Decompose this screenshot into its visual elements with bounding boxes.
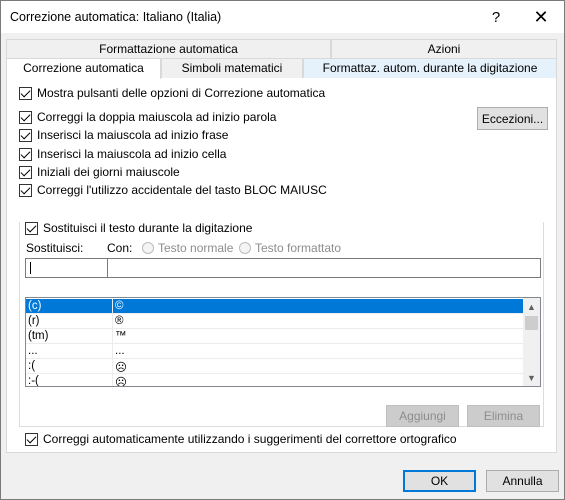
- sentence-capital-checkbox[interactable]: [19, 128, 32, 142]
- list-item-from: ...: [28, 345, 38, 357]
- ok-button[interactable]: OK: [403, 470, 476, 492]
- list-divider: [112, 374, 113, 386]
- window-title: Correzione automatica: Italiano (Italia): [10, 10, 222, 24]
- tab-formattaz-autom[interactable]: Formattaz. autom. durante la digitazione: [303, 58, 557, 78]
- spellcheck-label: Correggi automaticamente utilizzando i s…: [43, 432, 457, 446]
- list-divider: [112, 344, 113, 359]
- scroll-up-arrow-icon[interactable]: ▲: [523, 298, 540, 315]
- list-divider: [112, 329, 113, 344]
- replace-input[interactable]: [25, 258, 108, 278]
- list-item-to: ©: [115, 300, 124, 312]
- with-label: Con:: [107, 241, 133, 255]
- option-cell-capital[interactable]: Inserisci la maiuscola ad inizio cella: [19, 146, 226, 162]
- tab-azioni[interactable]: Azioni: [331, 39, 557, 59]
- list-item-to: ...: [115, 345, 125, 357]
- radio-plain-label: Testo normale: [158, 241, 234, 255]
- with-input[interactable]: [107, 258, 541, 278]
- list-divider: [112, 299, 113, 314]
- radio-plain-text[interactable]: Testo normale: [142, 241, 233, 255]
- radio-formatted-text[interactable]: Testo formattato: [239, 241, 341, 255]
- tab-correzione-automatica[interactable]: Correzione automatica: [6, 58, 161, 79]
- replacement-list[interactable]: (c) © (r) ® (tm) ™ ... ... :( ☹ :-( ☹ ▲ …: [25, 297, 541, 387]
- caps-lock-label: Correggi l'utilizzo accidentale del tast…: [37, 183, 327, 197]
- list-item[interactable]: :( ☹: [26, 359, 523, 374]
- caps-lock-checkbox[interactable]: [19, 183, 32, 197]
- day-names-checkbox[interactable]: [19, 165, 32, 179]
- close-button[interactable]: ✕: [518, 1, 564, 33]
- cell-capital-label: Inserisci la maiuscola ad inizio cella: [37, 147, 227, 161]
- title-bar: Correzione automatica: Italiano (Italia)…: [1, 1, 564, 33]
- list-item[interactable]: (r) ®: [26, 314, 523, 329]
- replace-label: Sostituisci:: [26, 241, 84, 255]
- tab-formattazione-automatica[interactable]: Formattazione automatica: [6, 39, 331, 59]
- radio-formatted-label: Testo formattato: [255, 241, 342, 255]
- tab-row-top: Formattazione automatica Azioni: [6, 39, 557, 59]
- list-item-to: ®: [115, 315, 124, 327]
- list-item-from: :(: [28, 360, 36, 372]
- spellcheck-checkbox[interactable]: [25, 432, 38, 446]
- double-capitals-checkbox[interactable]: [19, 110, 32, 124]
- exceptions-button[interactable]: Eccezioni...: [477, 107, 548, 130]
- list-divider: [112, 359, 113, 374]
- double-capitals-label: Correggi la doppia maiuscola ad inizio p…: [37, 110, 277, 124]
- list-divider: [112, 314, 113, 329]
- day-names-label: Iniziali dei giorni maiuscole: [37, 165, 180, 179]
- add-button[interactable]: Aggiungi: [386, 405, 459, 427]
- radio-formatted-button[interactable]: [239, 242, 251, 254]
- delete-button[interactable]: Elimina: [467, 405, 540, 427]
- text-caret: [30, 262, 31, 274]
- list-item[interactable]: (c) ©: [26, 299, 523, 314]
- list-item-from: (c): [28, 300, 42, 312]
- show-buttons-option[interactable]: Mostra pulsanti delle opzioni di Correzi…: [19, 85, 325, 101]
- cell-capital-checkbox[interactable]: [19, 147, 32, 161]
- cancel-button[interactable]: Annulla: [486, 470, 559, 492]
- replace-text-label: Sostituisci il testo durante la digitazi…: [43, 221, 253, 235]
- tab-row-bottom: Correzione automatica Simboli matematici…: [6, 58, 557, 79]
- scroll-down-arrow-icon[interactable]: ▼: [523, 369, 540, 386]
- list-item-from: (r): [28, 315, 40, 327]
- list-item[interactable]: ... ...: [26, 344, 523, 359]
- radio-plain-button[interactable]: [142, 242, 154, 254]
- list-item-to: ☹: [115, 377, 127, 387]
- autocorrect-dialog: Correzione automatica: Italiano (Italia)…: [0, 0, 565, 500]
- help-button[interactable]: ?: [473, 1, 519, 33]
- list-scrollbar[interactable]: ▲ ▼: [523, 298, 540, 386]
- option-day-names[interactable]: Iniziali dei giorni maiuscole: [19, 164, 180, 180]
- show-buttons-label: Mostra pulsanti delle opzioni di Correzi…: [37, 86, 326, 100]
- replace-text-option[interactable]: Sostituisci il testo durante la digitazi…: [25, 220, 257, 236]
- spellcheck-option[interactable]: Correggi automaticamente utilizzando i s…: [25, 431, 457, 447]
- list-item-to: ☹: [115, 362, 127, 374]
- scroll-thumb[interactable]: [525, 316, 538, 330]
- option-double-capitals[interactable]: Correggi la doppia maiuscola ad inizio p…: [19, 109, 276, 125]
- list-item-to: ™: [115, 330, 127, 342]
- show-buttons-checkbox[interactable]: [19, 86, 32, 100]
- option-caps-lock[interactable]: Correggi l'utilizzo accidentale del tast…: [19, 182, 327, 198]
- tab-simboli-matematici[interactable]: Simboli matematici: [161, 58, 303, 78]
- list-item[interactable]: (tm) ™: [26, 329, 523, 344]
- replace-text-checkbox[interactable]: [25, 221, 38, 235]
- list-item-from: :-(: [28, 375, 39, 387]
- option-sentence-capital[interactable]: Inserisci la maiuscola ad inizio frase: [19, 127, 228, 143]
- list-item[interactable]: :-( ☹: [26, 374, 523, 387]
- sentence-capital-label: Inserisci la maiuscola ad inizio frase: [37, 128, 229, 142]
- list-item-from: (tm): [28, 330, 49, 342]
